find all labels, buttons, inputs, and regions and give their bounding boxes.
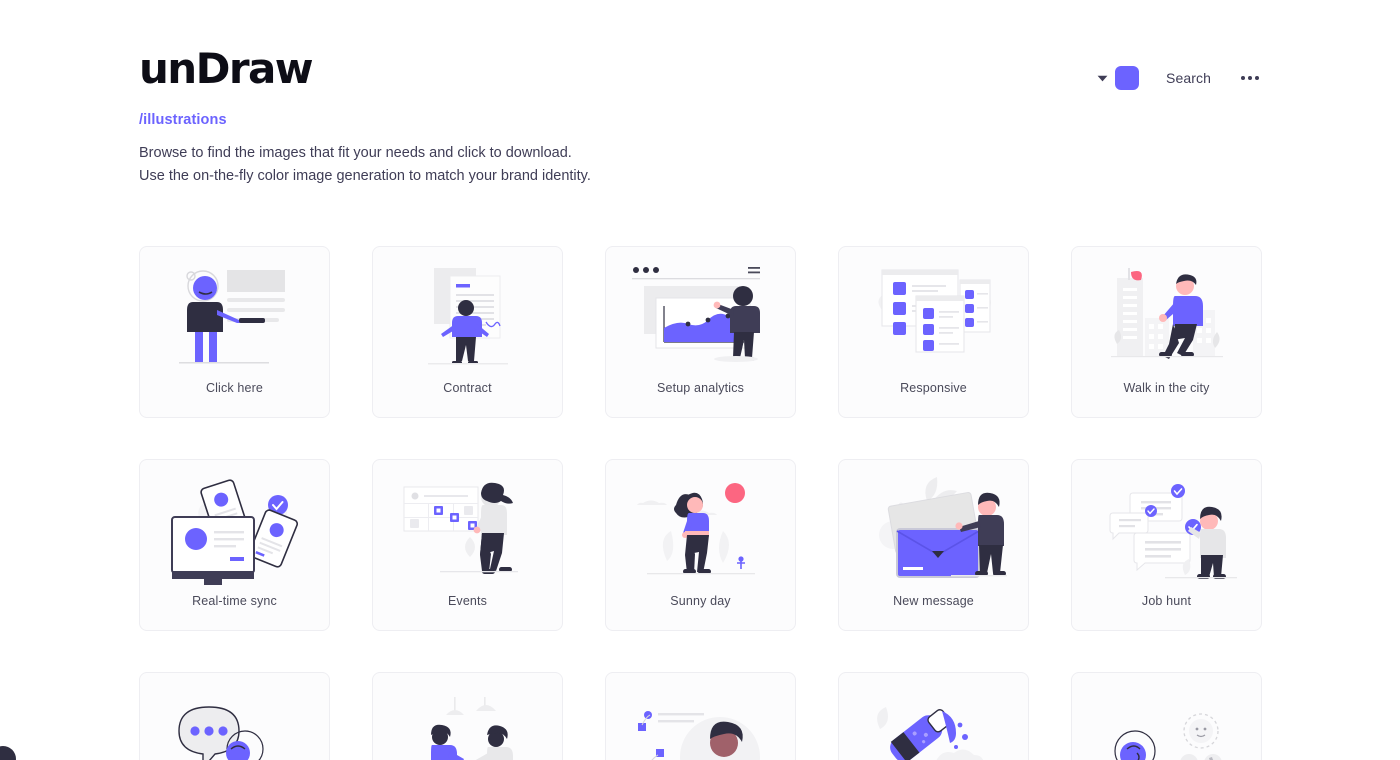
illustration-card-new-message[interactable]: New message: [838, 459, 1029, 631]
video-call-illustration: [1072, 673, 1261, 760]
illustration-card-chat-bubble[interactable]: [139, 672, 330, 760]
illustration-card-responsive[interactable]: Responsive: [838, 246, 1029, 418]
celebration-bottle-illustration: [839, 673, 1028, 760]
profile-timeline-illustration: [606, 673, 795, 760]
more-options-icon[interactable]: [1239, 70, 1261, 86]
page-header: unDraw /illustrations Browse to find the…: [139, 48, 1261, 189]
illustration-card-sunny-day[interactable]: Sunny day: [605, 459, 796, 631]
corner-widget[interactable]: [0, 746, 16, 760]
header-actions: Search: [1092, 66, 1261, 90]
illustration-card-label: Setup analytics: [656, 381, 745, 395]
color-swatch[interactable]: [1115, 66, 1140, 90]
illustration-card-label: New message: [893, 594, 974, 608]
illustration-card-label: Click here: [205, 381, 264, 395]
undraw-illustrations-page: unDraw /illustrations Browse to find the…: [0, 0, 1400, 760]
illustration-card-video-call[interactable]: [1071, 672, 1262, 760]
illustration-card-label: Real-time sync: [192, 594, 277, 608]
illustration-card-job-hunt[interactable]: Job hunt: [1071, 459, 1262, 631]
responsive-illustration: [839, 247, 1028, 381]
new-message-illustration: [839, 460, 1028, 594]
illustration-card-contract[interactable]: Contract: [372, 246, 563, 418]
setup-analytics-illustration: [606, 247, 795, 381]
events-illustration: [373, 460, 562, 594]
dot: [1248, 76, 1252, 80]
coffee-meeting-illustration: [373, 673, 562, 760]
page-description: Browse to find the images that fit your …: [139, 145, 591, 185]
illustration-card-label: Sunny day: [670, 594, 731, 608]
illustration-card-coffee-meeting[interactable]: [372, 672, 563, 760]
chevron-down-icon[interactable]: [1092, 68, 1112, 88]
illustration-card-celebration-bottle[interactable]: [838, 672, 1029, 760]
breadcrumb[interactable]: /illustrations: [139, 112, 1261, 128]
dot: [1255, 76, 1259, 80]
illustration-card-events[interactable]: Events: [372, 459, 563, 631]
illustration-card-label: Walk in the city: [1123, 381, 1210, 395]
walk-in-the-city-illustration: [1072, 247, 1261, 381]
illustration-grid: Click here Contract Setup analytics Resp…: [139, 246, 1262, 760]
illustration-card-profile-timeline[interactable]: [605, 672, 796, 760]
illustration-card-label: Events: [447, 594, 488, 608]
job-hunt-illustration: [1072, 460, 1261, 594]
illustration-card-real-time-sync[interactable]: Real-time sync: [139, 459, 330, 631]
sunny-day-illustration: [606, 460, 795, 594]
illustration-card-label: Contract: [443, 381, 492, 395]
contract-illustration: [373, 247, 562, 381]
dot: [1241, 76, 1245, 80]
search-button[interactable]: Search: [1166, 70, 1211, 86]
illustration-card-walk-in-the-city[interactable]: Walk in the city: [1071, 246, 1262, 418]
real-time-sync-illustration: [140, 460, 329, 594]
illustration-card-label: Responsive: [900, 381, 967, 395]
illustration-card-click-here[interactable]: Click here: [139, 246, 330, 418]
illustration-card-setup-analytics[interactable]: Setup analytics: [605, 246, 796, 418]
chat-bubble-illustration: [140, 673, 329, 760]
illustration-card-label: Job hunt: [1141, 594, 1192, 608]
click-here-illustration: [140, 247, 329, 381]
